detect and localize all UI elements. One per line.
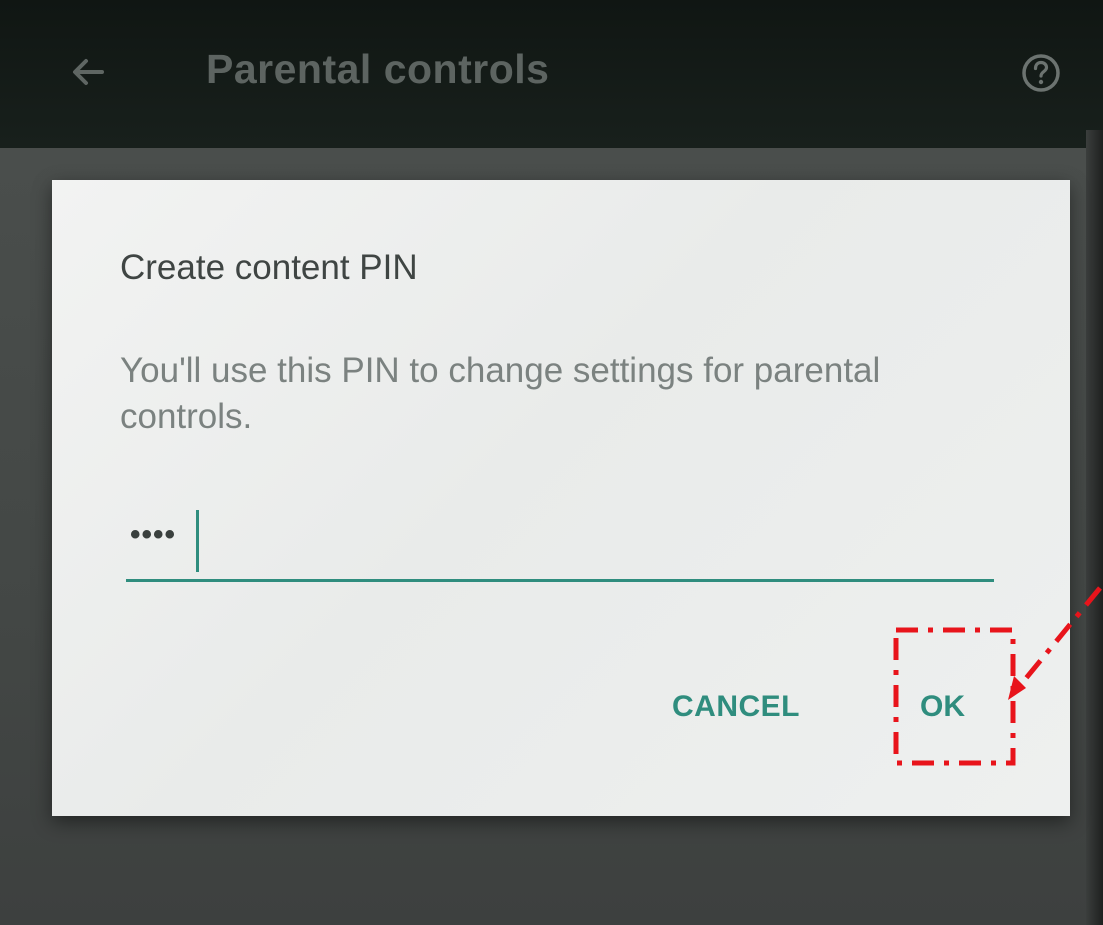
text-caret [196,510,199,572]
help-circle-icon[interactable] [1020,52,1062,94]
page-title: Parental controls [206,46,550,92]
ok-button[interactable]: OK [920,690,965,724]
pin-input[interactable]: •••• [126,510,994,582]
pin-input-underline [126,579,994,582]
arrow-back-icon[interactable] [66,50,110,94]
dialog-message: You'll use this PIN to change settings f… [120,351,881,436]
app-bar: Parental controls [0,0,1103,148]
device-edge [1086,130,1103,925]
cancel-button[interactable]: CANCEL [672,690,800,724]
dialog-title: Create content PIN [120,248,418,287]
pin-input-value: •••• [130,518,177,551]
phone-screen: Parental controls Create content PIN You… [0,0,1103,925]
create-pin-dialog: Create content PIN You'll use this PIN t… [52,180,1070,816]
